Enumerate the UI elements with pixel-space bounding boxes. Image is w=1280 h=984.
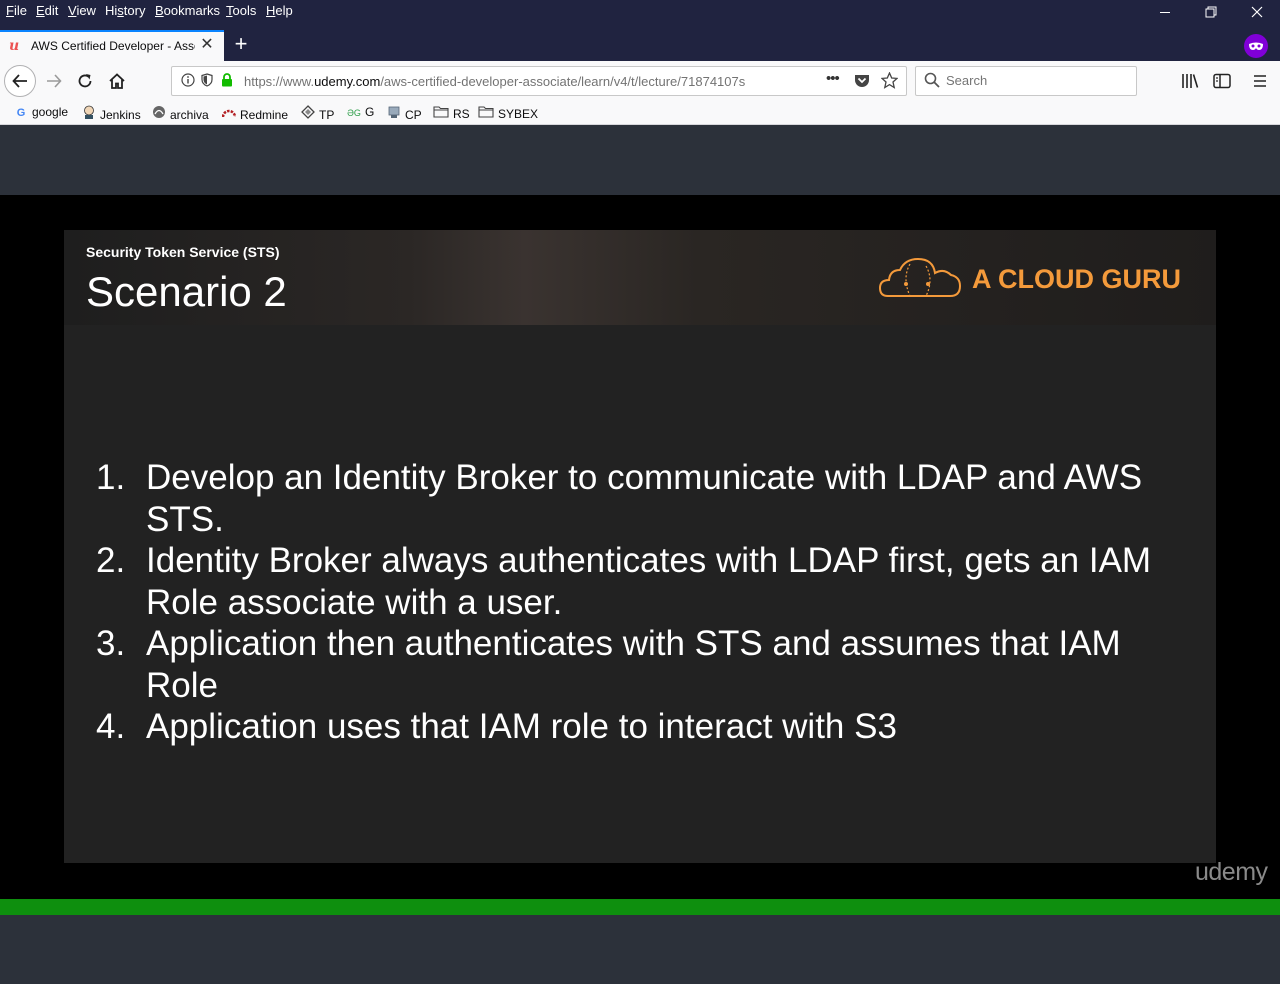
slide-header: Security Token Service (STS) Scenario 2 … [64,230,1216,325]
window-close-icon[interactable] [1242,2,1272,24]
minimize-icon[interactable] [1150,2,1180,24]
search-input[interactable] [946,73,1126,88]
library-icon[interactable] [1176,67,1204,95]
step-number: 2. [96,541,126,580]
back-button[interactable] [4,65,36,97]
url-bar[interactable]: https://www.udemy.com/aws-certified-deve… [171,66,907,96]
slide-kicker: Security Token Service (STS) [86,244,280,260]
tab-active[interactable]: u AWS Certified Developer - Asso ✕ [0,30,224,61]
menu-view[interactable]: View [68,3,96,18]
menu-help[interactable]: Help [266,3,293,18]
menu-history[interactable]: History [105,3,145,18]
bookmark-folder-rs[interactable]: RS [433,105,470,121]
private-browsing-icon [1244,34,1268,58]
bookmarks-toolbar: Ggoogle Jenkins archiva Redmine TP ƏG G C… [0,101,1280,125]
slide-title: Scenario 2 [86,268,287,315]
redmine-icon [221,105,237,122]
list-item: 2. Identity Broker always authenticates w… [92,540,1192,623]
scenario-steps: 1. Develop an Identity Broker to communic… [92,457,1192,748]
bookmark-tp[interactable]: TP [301,105,334,122]
udemy-watermark: udemy [1195,858,1268,886]
url-path: /aws-certified-developer-associate/learn… [380,74,746,89]
tab-strip: u AWS Certified Developer - Asso ✕ + [0,24,1280,61]
step-text: Develop an Identity Broker to communicat… [146,458,1143,539]
bookmark-label: Jenkins [100,108,141,122]
menu-file[interactable]: File [6,3,27,18]
video-player[interactable]: Security Token Service (STS) Scenario 2 … [0,195,1280,899]
list-item: 3. Application then authenticates with ST… [92,623,1192,706]
search-icon [924,72,940,92]
reload-button[interactable] [71,67,99,95]
navigation-toolbar: https://www.udemy.com/aws-certified-deve… [0,61,1280,101]
menu-edit[interactable]: Edit [36,3,58,18]
url-domain: udemy.com [314,74,381,89]
step-text: Application uses that IAM role to intera… [146,707,897,746]
bookmark-label: RS [453,107,470,121]
google-icon: G [16,107,26,119]
step-number: 4. [96,707,126,746]
step-text: Application then authenticates with STS … [146,624,1121,705]
url-text[interactable]: https://www.udemy.com/aws-certified-deve… [244,74,790,89]
list-item: 1. Develop an Identity Broker to communic… [92,457,1192,540]
archiva-icon [152,105,166,122]
bookmark-archiva[interactable]: archiva [152,105,209,122]
lock-icon[interactable] [221,73,233,90]
cp-icon [387,105,401,122]
udemy-icon: u [9,38,20,54]
list-item: 4. Application uses that IAM role to inte… [92,706,1192,748]
restore-icon[interactable] [1196,2,1226,24]
bookmark-redmine[interactable]: Redmine [221,105,289,122]
g-icon: ƏG [347,108,361,118]
forward-button[interactable] [40,67,68,95]
bookmark-google[interactable]: Ggoogle [14,105,68,119]
hamburger-menu-icon[interactable] [1246,67,1274,95]
sidebar-toggle-icon[interactable] [1208,67,1236,95]
home-button[interactable] [103,67,131,95]
brand-name: A CLOUD GURU [972,264,1181,294]
page-actions-icon[interactable]: ••• [826,70,840,87]
tab-close-icon[interactable]: ✕ [198,36,216,54]
page-footer-area [0,915,1280,984]
video-progress-bar[interactable] [0,899,1280,915]
info-icon[interactable] [181,73,195,90]
bookmark-label: SYBEX [498,107,539,121]
pocket-icon[interactable] [854,73,870,91]
video-progress-fill [0,899,1280,915]
bookmark-cp[interactable]: CP [387,105,422,122]
bookmark-star-icon[interactable] [880,71,899,92]
bookmark-label: TP [319,108,335,122]
bookmark-label: archiva [170,108,209,122]
step-text: Identity Broker always authenticates wit… [146,541,1152,622]
bookmark-g[interactable]: ƏG G [347,105,374,119]
bookmark-jenkins[interactable]: Jenkins [82,105,141,122]
bookmark-label: google [32,105,69,119]
menu-tools[interactable]: Tools [226,3,256,18]
page-header-area [0,125,1280,195]
new-tab-button[interactable]: + [228,32,254,58]
menu-bar: File Edit View History Bookmarks Tools H… [0,0,1280,24]
cloud-logo-icon [878,257,962,297]
tab-title: AWS Certified Developer - Asso [31,39,195,53]
folder-icon [433,105,449,121]
search-bar[interactable] [915,66,1137,96]
bookmark-folder-sybex[interactable]: SYBEX [478,105,538,121]
step-number: 1. [96,458,126,497]
step-number: 3. [96,624,126,663]
tracking-shield-icon[interactable] [201,73,213,90]
url-prefix: https://www. [244,74,315,89]
tp-icon [301,105,315,122]
bookmark-label: Redmine [240,108,289,122]
acloudguru-logo: A CLOUD GURU [878,254,1188,304]
lecture-slide: Security Token Service (STS) Scenario 2 … [64,230,1216,863]
menu-bookmarks[interactable]: Bookmarks [155,3,220,18]
bookmark-label: CP [405,108,422,122]
jenkins-icon [82,105,96,122]
bookmark-label: G [365,105,375,119]
folder-icon [478,105,494,121]
